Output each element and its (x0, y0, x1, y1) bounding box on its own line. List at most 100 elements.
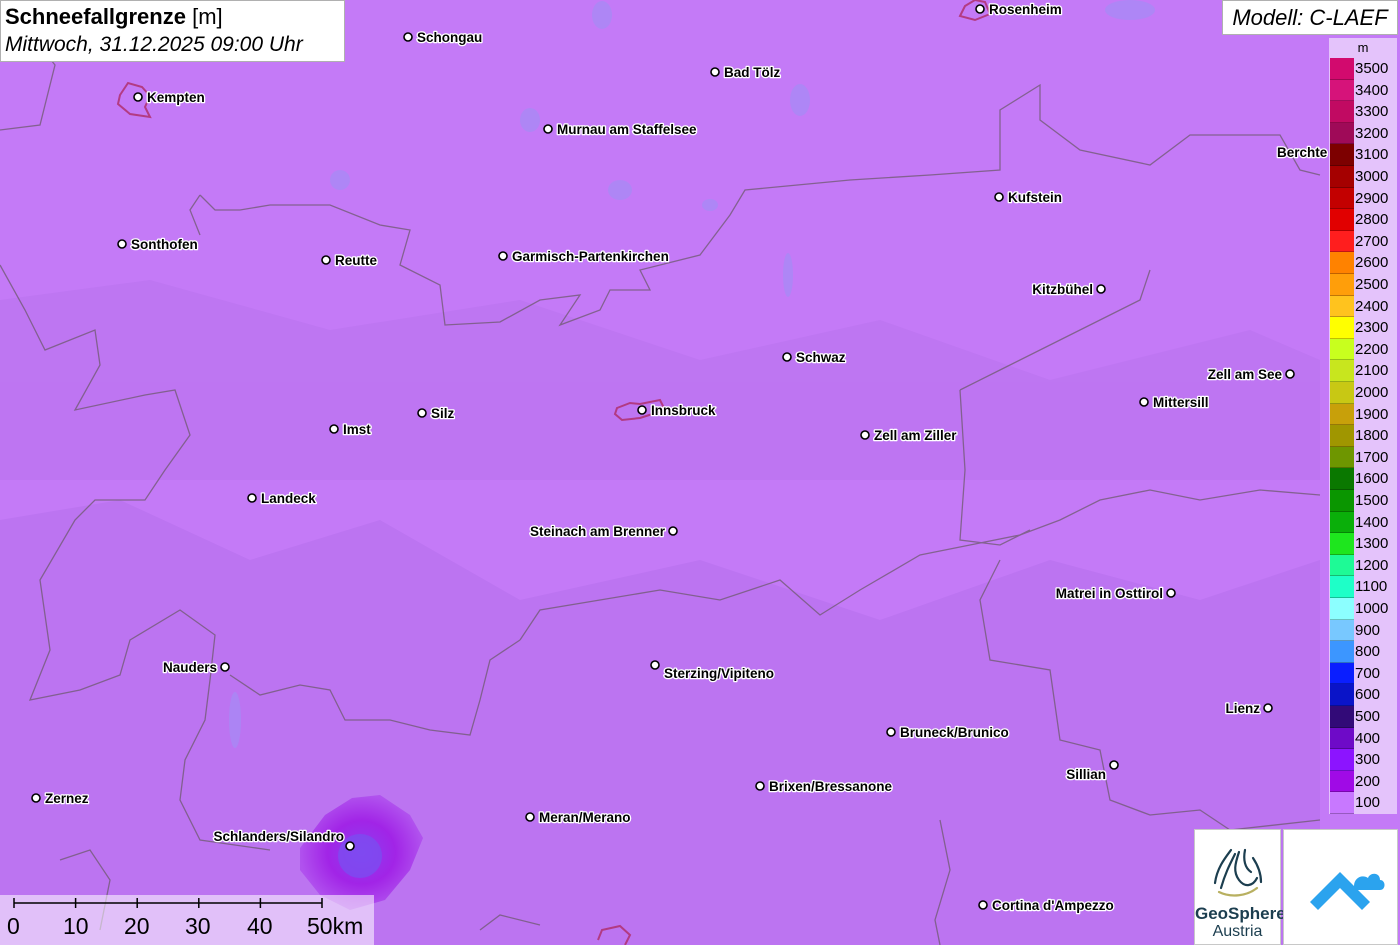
map-canvas[interactable]: Rosenheim Schongau Kempten Bad Tölz Murnau a… (0, 0, 1400, 945)
legend-swatch (1330, 79, 1354, 102)
legend-label: 1700 (1355, 448, 1389, 466)
legend-swatch (1330, 252, 1354, 274)
city-marker (1166, 588, 1176, 598)
legend-swatch (1330, 684, 1354, 706)
city-marker (994, 192, 1004, 202)
legend-label: 1300 (1355, 535, 1389, 553)
legend-label: 600 (1355, 686, 1381, 704)
legend-entry-700: 700 (1329, 662, 1397, 685)
legend-entry-3300: 3300 (1329, 101, 1397, 123)
scale-label-50km: 50km (307, 913, 364, 939)
legend-swatch (1330, 144, 1354, 166)
legend-swatch (1330, 770, 1354, 793)
city-label: Nauders (163, 660, 217, 675)
legend-label: 900 (1355, 621, 1381, 639)
legend-label: 1200 (1355, 556, 1389, 574)
legend-label: 2500 (1355, 276, 1389, 293)
city-marker (1263, 703, 1273, 713)
city-marker (975, 4, 985, 14)
legend-entry-1700: 1700 (1329, 446, 1397, 469)
city-label: Rosenheim (989, 2, 1062, 17)
city-marker (525, 812, 535, 822)
legend-label: 3000 (1355, 168, 1389, 185)
geosphere-logo[interactable]: GeoSphere Austria (1194, 829, 1286, 945)
city-label: Reutte (335, 253, 377, 268)
legend-swatch (1330, 576, 1354, 598)
city-marker (247, 493, 257, 503)
city-label: Landeck (261, 491, 316, 506)
city-marker (978, 900, 988, 910)
legend-label: 1500 (1355, 492, 1389, 509)
legend-label: 1900 (1355, 405, 1389, 423)
city-label: Zernez (45, 791, 89, 806)
legend-label: 100 (1355, 794, 1381, 812)
legend-unit: m (1357, 40, 1369, 55)
city-label: Kempten (147, 90, 205, 105)
city-marker (710, 67, 720, 77)
scale-label-40: 40 (247, 913, 273, 939)
legend-swatch (1330, 58, 1354, 80)
legend-label: 1000 (1355, 600, 1389, 617)
legend-entry-1900: 1900 (1329, 403, 1397, 426)
city-marker (403, 32, 413, 42)
city-marker (498, 251, 508, 261)
legend-swatch (1330, 598, 1354, 620)
city-label: Brixen/Bressanone (769, 779, 893, 794)
city-label: Schwaz (796, 350, 846, 365)
legend-label: 3200 (1355, 124, 1389, 142)
city-label: Meran/Merano (539, 810, 631, 825)
city-marker (345, 841, 355, 851)
legend-entry-1100: 1100 (1329, 576, 1397, 598)
legend-entry-2600: 2600 (1329, 252, 1397, 274)
scale-bar: 0 10 20 30 40 50km (0, 895, 374, 945)
legend-entry-1400: 1400 (1329, 511, 1397, 534)
legend-entry-2200: 2200 (1329, 338, 1397, 361)
legend-entry-100: 100 (1329, 792, 1397, 814)
legend-entry-3200: 3200 (1329, 122, 1397, 145)
weather-app-logo[interactable] (1283, 829, 1398, 945)
legend-entry-1200: 1200 (1329, 554, 1397, 577)
city-label: Zell am See (1208, 367, 1283, 382)
legend-label: 3400 (1355, 81, 1389, 99)
city-label: Zell am Ziller (874, 428, 957, 443)
city-label: Sterzing/Vipiteno (664, 666, 774, 681)
legend-label: 1600 (1355, 470, 1389, 488)
legend-entry-500: 500 (1329, 706, 1397, 728)
legend-label: 2600 (1355, 254, 1389, 272)
legend-entry-3500: 3500 (1329, 58, 1397, 80)
city-marker (637, 405, 647, 415)
city-label: Matrei in Osttirol (1056, 586, 1163, 601)
legend-label: 2200 (1355, 340, 1389, 358)
city-label: Murnau am Staffelsee (557, 122, 697, 137)
legend-entry-2800: 2800 (1329, 209, 1397, 231)
legend-label: 2700 (1355, 232, 1389, 250)
legend-swatch (1330, 274, 1354, 296)
scale-label-20: 20 (124, 913, 150, 939)
scale-label-30: 30 (185, 913, 211, 939)
legend-label: 2400 (1355, 297, 1389, 315)
legend-entry-1600: 1600 (1329, 468, 1397, 490)
legend-entry-2100: 2100 (1329, 360, 1397, 382)
legend-swatch (1330, 425, 1354, 447)
legend-entry-2400: 2400 (1329, 295, 1397, 318)
legend-swatch (1330, 338, 1354, 361)
city-marker (1139, 397, 1149, 407)
terrain-shading (0, 280, 1320, 945)
city-marker (31, 793, 41, 803)
legend-swatch (1330, 317, 1354, 339)
legend-swatch (1330, 533, 1354, 555)
city-marker (782, 352, 792, 362)
city-marker (1096, 284, 1106, 294)
legend-entry-600: 600 (1329, 684, 1397, 706)
legend-swatch (1330, 209, 1354, 231)
legend-entry-1800: 1800 (1329, 425, 1397, 447)
city-label: Bad Tölz (724, 65, 780, 80)
city-label: Berchte (1277, 145, 1328, 160)
legend-entry-1500: 1500 (1329, 490, 1397, 512)
legend-swatch (1330, 749, 1354, 771)
legend-label: 2100 (1355, 362, 1389, 380)
legend-swatch (1330, 468, 1354, 490)
city-label: Kufstein (1008, 190, 1062, 205)
legend-label: 200 (1355, 772, 1381, 790)
legend-swatch (1330, 403, 1354, 426)
